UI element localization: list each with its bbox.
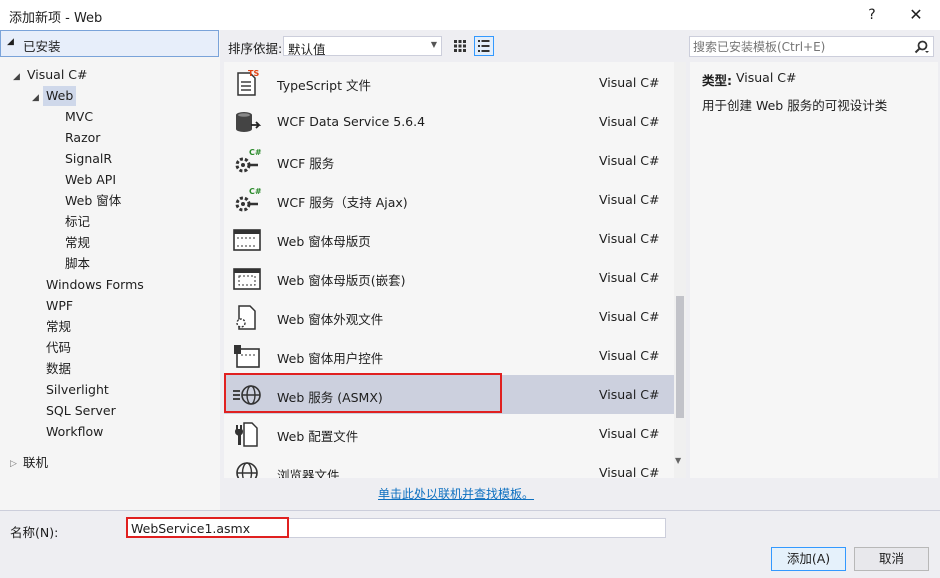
sort-label: 排序依据: [228, 41, 283, 56]
window-title: 添加新项 - Web [9, 11, 103, 26]
tree-item-general-cs[interactable]: 常规 [46, 317, 71, 337]
tree-item-web-forms[interactable]: Web 窗体 [65, 191, 121, 211]
type-value: Visual C# [736, 70, 797, 85]
expand-arrow-icon[interactable]: ◢ [13, 72, 20, 82]
master-page-icon [232, 224, 262, 254]
web-config-icon [232, 419, 262, 449]
tree-item-data[interactable]: 数据 [46, 359, 71, 379]
selection-highlight [224, 373, 502, 413]
tree-item-sql-server[interactable]: SQL Server [46, 401, 116, 421]
template-name: Web 窗体外观文件 [277, 312, 384, 327]
installed-label: 已安装 [23, 39, 61, 54]
list-item[interactable]: Web 窗体母版页 Visual C# [224, 219, 674, 258]
name-highlight [126, 517, 289, 538]
tree-item-workflow[interactable]: Workflow [46, 422, 103, 442]
list-item[interactable]: Web 配置文件 Visual C# [224, 414, 674, 453]
scrollbar-thumb[interactable] [676, 296, 684, 418]
divider [0, 510, 940, 511]
template-type: Visual C# [599, 114, 660, 129]
nested-master-page-icon [232, 263, 262, 293]
tree-item-online[interactable]: 联机 [23, 453, 48, 473]
installed-header[interactable]: ◢ 已安装 [0, 30, 219, 57]
svg-text:C#: C# [249, 187, 262, 196]
template-name: Web 窗体母版页 [277, 234, 371, 249]
template-name: TypeScript 文件 [277, 78, 371, 93]
expand-arrow-icon[interactable]: ◢ [32, 93, 39, 103]
svg-text:C#: C# [249, 148, 262, 157]
name-label: 名称(N): [10, 525, 59, 540]
scroll-down-icon[interactable]: ▼ [675, 456, 681, 465]
tree-item-markup[interactable]: 标记 [65, 212, 90, 232]
wcf-service-icon: C# [232, 146, 262, 176]
browser-file-icon [232, 458, 262, 478]
search-input[interactable] [693, 38, 903, 55]
tree-item-mvc[interactable]: MVC [65, 107, 93, 127]
add-button[interactable]: 添加(A) [771, 547, 846, 571]
online-templates-link[interactable]: 单击此处以联机并查找模板。 [378, 485, 534, 502]
sort-select[interactable]: 默认值 ▼ [283, 36, 442, 57]
template-type: Visual C# [599, 465, 660, 478]
template-description: 用于创建 Web 服务的可视设计类 [702, 98, 888, 113]
collapse-arrow-icon[interactable]: ◢ [7, 37, 14, 47]
list-item[interactable]: C# WCF 服务（支持 Ajax) Visual C# [224, 180, 674, 219]
tree-item-signalr[interactable]: SignalR [65, 149, 112, 169]
tree-item-windows-forms[interactable]: Windows Forms [46, 275, 144, 295]
template-type: Visual C# [599, 309, 660, 324]
template-name: Web 窗体用户控件 [277, 351, 384, 366]
dropdown-arrow-icon: ▼ [430, 40, 437, 49]
search-box[interactable] [689, 36, 934, 57]
type-label: 类型: [702, 73, 732, 88]
tree-item-razor[interactable]: Razor [65, 128, 100, 148]
tree-item-web-api[interactable]: Web API [65, 170, 116, 190]
list-item[interactable]: WCF Data Service 5.6.4 Visual C# [224, 102, 674, 141]
tree-item-wpf[interactable]: WPF [46, 296, 73, 316]
cancel-button[interactable]: 取消 [854, 547, 929, 571]
template-name: 浏览器文件 [277, 468, 340, 478]
data-service-icon [232, 107, 262, 137]
search-icon[interactable] [913, 39, 929, 55]
close-button[interactable]: ✕ [904, 4, 928, 26]
svg-text:TS: TS [248, 69, 259, 78]
tree-item-code[interactable]: 代码 [46, 338, 71, 358]
template-list: TS TypeScript 文件 Visual C# WCF Data Serv… [224, 62, 686, 478]
expand-arrow-icon[interactable]: ▷ [10, 459, 17, 469]
template-type: Visual C# [599, 426, 660, 441]
tree-item-general[interactable]: 常规 [65, 233, 90, 253]
list-item[interactable]: TS TypeScript 文件 Visual C# [224, 63, 674, 102]
sort-value: 默认值 [288, 42, 326, 57]
template-type: Visual C# [599, 153, 660, 168]
list-item[interactable]: Web 窗体外观文件 Visual C# [224, 297, 674, 336]
skin-file-icon [232, 302, 262, 332]
tree-item-web[interactable]: Web [43, 86, 77, 106]
template-type: Visual C# [599, 348, 660, 363]
template-name: WCF Data Service 5.6.4 [277, 114, 426, 129]
template-type: Visual C# [599, 192, 660, 207]
template-type: Visual C# [599, 231, 660, 246]
list-item[interactable]: 浏览器文件 Visual C# [224, 453, 674, 478]
template-name: Web 窗体母版页(嵌套) [277, 273, 406, 288]
list-item[interactable]: Web 窗体母版页(嵌套) Visual C# [224, 258, 674, 297]
tree-item-silverlight[interactable]: Silverlight [46, 380, 109, 400]
template-type: Visual C# [599, 75, 660, 90]
user-control-icon [232, 341, 262, 371]
help-button[interactable]: ? [860, 4, 884, 26]
template-type: Visual C# [599, 387, 660, 402]
title-bar [0, 0, 940, 30]
grid-view-icon[interactable] [451, 37, 469, 55]
tree-item-visual-csharp[interactable]: Visual C# [27, 65, 88, 85]
typescript-file-icon: TS [232, 68, 262, 98]
template-type: Visual C# [599, 270, 660, 285]
list-view-icon[interactable] [474, 36, 494, 56]
template-name: Web 配置文件 [277, 429, 359, 444]
list-item[interactable]: C# WCF 服务 Visual C# [224, 141, 674, 180]
wcf-ajax-service-icon: C# [232, 185, 262, 215]
details-pane [690, 62, 938, 478]
template-name: WCF 服务 [277, 156, 335, 171]
tree-item-script[interactable]: 脚本 [65, 254, 90, 274]
template-name: WCF 服务（支持 Ajax) [277, 195, 408, 210]
list-item[interactable]: Web 窗体用户控件 Visual C# [224, 336, 674, 375]
